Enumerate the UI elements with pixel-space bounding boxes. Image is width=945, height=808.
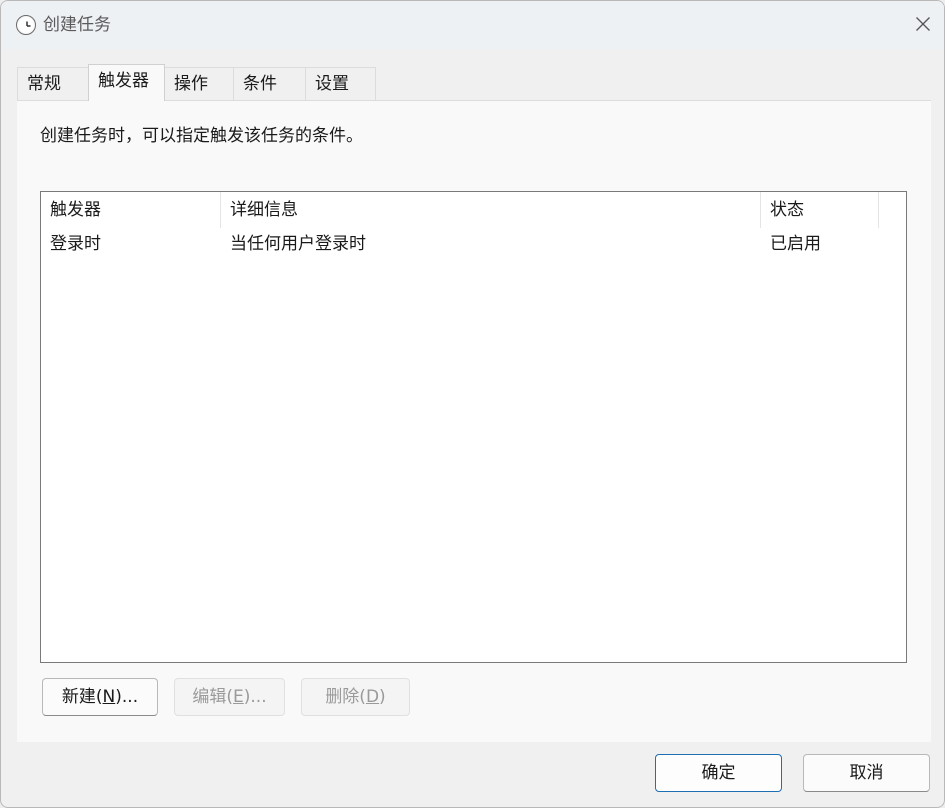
new-button-mnemonic: N xyxy=(102,687,116,707)
cancel-button[interactable]: 取消 xyxy=(803,754,930,792)
tab-strip: 常规 触发器 操作 条件 设置 xyxy=(17,64,931,101)
create-task-dialog: 创建任务 常规 触发器 操作 条件 设置 创建任务时，可以指定触发该任务的条件。… xyxy=(0,0,945,808)
delete-button-tail: ) xyxy=(379,687,386,707)
edit-trigger-button[interactable]: 编辑(E)... xyxy=(174,678,285,716)
triggers-panel: 创建任务时，可以指定触发该任务的条件。 触发器 详细信息 状态 登录时 当任何用… xyxy=(17,100,931,742)
row-status: 已启用 xyxy=(770,234,821,254)
tab-actions[interactable]: 操作 xyxy=(164,67,234,101)
column-header-status[interactable]: 状态 xyxy=(761,192,879,228)
row-trigger: 登录时 xyxy=(50,234,101,254)
new-trigger-button[interactable]: 新建(N)... xyxy=(42,678,158,716)
ok-button[interactable]: 确定 xyxy=(655,754,782,792)
window-title: 创建任务 xyxy=(43,15,111,35)
column-header-details[interactable]: 详细信息 xyxy=(221,192,761,228)
new-button-tail: )... xyxy=(115,687,139,707)
close-button[interactable] xyxy=(900,1,944,47)
new-button-label: 新建( xyxy=(61,687,103,707)
table-row[interactable]: 登录时 当任何用户登录时 已启用 xyxy=(41,229,906,259)
list-header: 触发器 详细信息 状态 xyxy=(41,192,906,228)
tab-general[interactable]: 常规 xyxy=(17,67,89,101)
edit-button-label: 编辑( xyxy=(192,687,234,707)
triggers-list[interactable]: 触发器 详细信息 状态 登录时 当任何用户登录时 已启用 xyxy=(40,191,907,663)
close-icon xyxy=(916,17,930,31)
tab-settings[interactable]: 设置 xyxy=(305,67,376,101)
tab-triggers[interactable]: 触发器 xyxy=(88,64,165,101)
tab-conditions[interactable]: 条件 xyxy=(233,67,306,101)
edit-button-mnemonic: E xyxy=(233,687,244,707)
delete-button-label: 删除( xyxy=(325,687,366,707)
delete-trigger-button[interactable]: 删除(D) xyxy=(301,678,410,716)
title-bar: 创建任务 xyxy=(1,1,944,49)
edit-button-tail: )... xyxy=(243,687,267,707)
delete-button-mnemonic: D xyxy=(365,687,380,707)
clock-icon xyxy=(16,15,36,35)
column-header-trigger[interactable]: 触发器 xyxy=(41,192,221,228)
panel-description: 创建任务时，可以指定触发该任务的条件。 xyxy=(40,126,363,146)
row-details: 当任何用户登录时 xyxy=(230,234,366,254)
